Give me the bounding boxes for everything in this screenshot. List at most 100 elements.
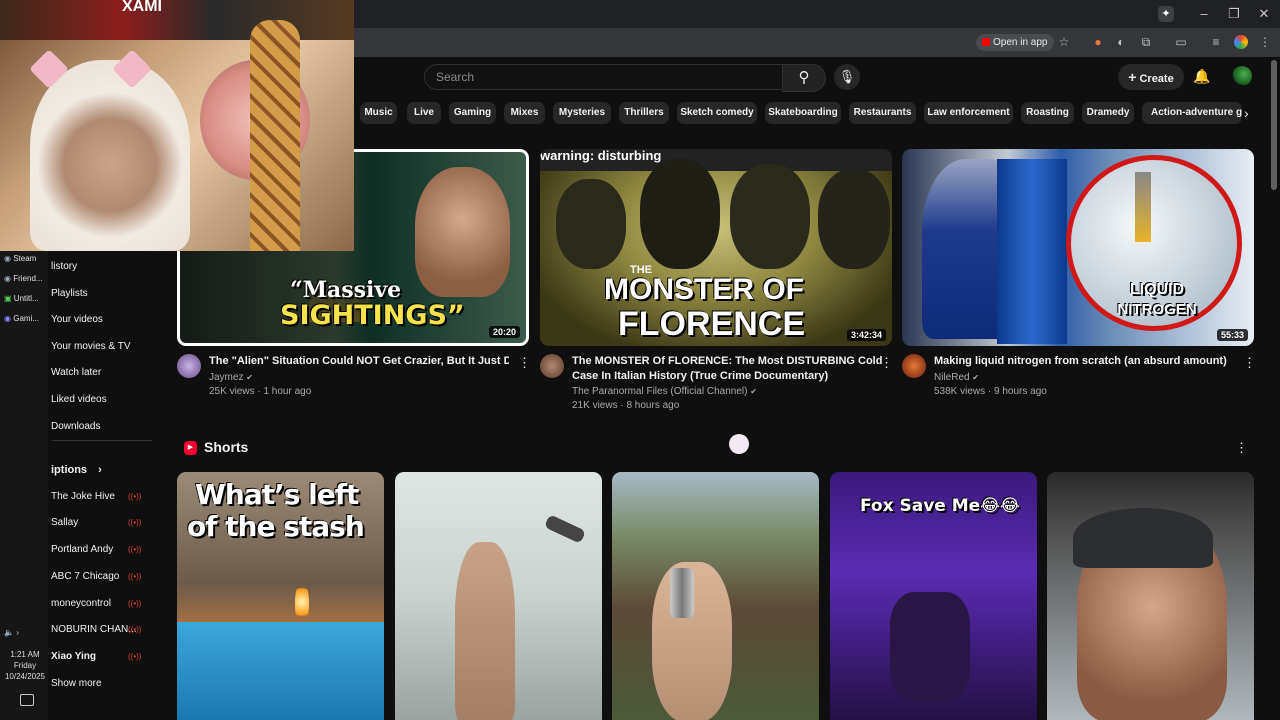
chip-mysteries[interactable]: Mysteries: [553, 102, 611, 124]
thumbnail-warning: warning: disturbing: [540, 149, 662, 163]
short-thumbnail[interactable]: Fox Save Me😂😂: [830, 472, 1037, 720]
app-icon: ▣: [4, 294, 12, 303]
short-thumbnail[interactable]: What’s left of the stash: [177, 472, 384, 720]
chip-sketch-comedy[interactable]: Sketch comedy: [677, 102, 757, 124]
video-meta: 25K views · 1 hour ago: [209, 386, 312, 397]
notifications-bell-icon[interactable]: 🔔: [1192, 66, 1212, 86]
subscription-item[interactable]: ABC 7 Chicago: [51, 571, 119, 582]
profile-icon[interactable]: [1234, 35, 1248, 49]
chip-gaming[interactable]: Gaming: [449, 102, 496, 124]
chip-skateboarding[interactable]: Skateboarding: [765, 102, 841, 124]
video-thumbnail[interactable]: LIQUID NITROGEN 55:33: [902, 149, 1254, 346]
thumbnail-text: LIQUID: [1129, 281, 1185, 298]
open-in-app-button[interactable]: Open in app: [976, 34, 1054, 51]
sidebar-item-playlists[interactable]: Playlists: [51, 288, 88, 299]
sidebar-divider: [52, 440, 152, 441]
video-channel[interactable]: NileRed ✔: [934, 370, 979, 385]
flame-graphic: [295, 582, 309, 622]
system-tray-icons[interactable]: 🔈 ›: [4, 628, 19, 637]
voice-search-button[interactable]: 🎙: [834, 64, 860, 90]
channel-avatar[interactable]: [902, 354, 926, 378]
notification-icon[interactable]: [20, 694, 34, 706]
channel-name: NileRed: [934, 372, 970, 383]
chip-law-enforcement[interactable]: Law enforcement: [924, 102, 1013, 124]
taskbar-app-label: Gami...: [13, 314, 39, 323]
close-icon[interactable]: ✕: [1253, 4, 1275, 24]
live-icon: ((•)): [128, 518, 142, 527]
portrait-graphic: [556, 179, 626, 269]
short-thumbnail[interactable]: [612, 472, 819, 720]
channel-avatar[interactable]: [177, 354, 201, 378]
live-icon: ((•)): [128, 572, 142, 581]
taskbar-item-steam[interactable]: ◉ Steam: [4, 254, 36, 263]
video-channel[interactable]: Jaymez ✔: [209, 370, 253, 385]
chip-action-adventure-games[interactable]: Action-adventure gam: [1142, 102, 1242, 124]
video-menu-icon[interactable]: ⋮: [1243, 355, 1256, 371]
nozzle-graphic: [1135, 172, 1151, 242]
sidebar-item-watch-later[interactable]: Watch later: [51, 367, 101, 378]
subscription-item[interactable]: moneycontrol: [51, 598, 111, 609]
short-caption: Fox Save Me😂😂: [860, 496, 1020, 516]
create-button[interactable]: + Create: [1118, 64, 1184, 90]
video-title[interactable]: The "Alien" Situation Could NOT Get Craz…: [209, 354, 509, 369]
minimize-icon[interactable]: –: [1193, 4, 1215, 24]
bookmark-star-icon[interactable]: ☆: [1055, 33, 1073, 51]
subscription-item[interactable]: Sallay: [51, 517, 78, 528]
chip-mixes[interactable]: Mixes: [504, 102, 545, 124]
thumbnail-text: NITROGEN: [1117, 301, 1197, 318]
sidebar-item-liked-videos[interactable]: Liked videos: [51, 394, 107, 405]
taskbar-clock[interactable]: 1:21 AM Friday 10/24/2025: [0, 649, 50, 682]
sidebar-item-downloads[interactable]: Downloads: [51, 421, 100, 432]
video-menu-icon[interactable]: ⋮: [518, 355, 531, 371]
sidebar-show-more[interactable]: Show more: [51, 678, 102, 689]
chip-restaurants[interactable]: Restaurants: [849, 102, 916, 124]
video-title[interactable]: The MONSTER Of FLORENCE: The Most DISTUR…: [572, 354, 882, 384]
chip-thrillers[interactable]: Thrillers: [619, 102, 669, 124]
sidebar-item-your-movies[interactable]: Your movies & TV: [51, 341, 130, 352]
video-title[interactable]: Making liquid nitrogen from scratch (an …: [934, 354, 1227, 369]
chevron-right-icon[interactable]: ›: [1244, 102, 1258, 124]
short-thumbnail[interactable]: [395, 472, 602, 720]
video-title-line: Case In Italian History (True Crime Docu…: [572, 370, 829, 382]
extension-icon[interactable]: ◐: [1112, 33, 1130, 51]
taskbar-app-label: Steam: [13, 254, 37, 263]
video-channel[interactable]: The Paranormal Files (Official Channel) …: [572, 384, 757, 399]
shorts-menu-icon[interactable]: ⋮: [1235, 440, 1248, 456]
video-thumbnail[interactable]: warning: disturbing THE MONSTER OF FLORE…: [540, 149, 892, 346]
sidebar-subscriptions-heading[interactable]: iptions ›: [51, 464, 102, 476]
reading-list-icon[interactable]: ≡: [1207, 33, 1225, 51]
chip-music[interactable]: Music: [360, 102, 397, 124]
taskbar-item-untitled[interactable]: ▣ Untitl...: [4, 294, 39, 303]
taskbar-item-friends[interactable]: ◉ Friend...: [4, 274, 43, 283]
verified-icon: ✔: [750, 387, 757, 396]
subscription-item[interactable]: NOBURIN CHAN...: [51, 624, 137, 635]
chip-live[interactable]: Live: [407, 102, 441, 124]
page-scrollbar[interactable]: [1271, 60, 1277, 190]
streamer-graphic: [30, 60, 190, 251]
browser-menu-icon[interactable]: ⋮: [1256, 33, 1274, 51]
video-menu-icon[interactable]: ⋮: [880, 355, 893, 371]
extensions-puzzle-icon[interactable]: ⧉: [1137, 33, 1155, 51]
extension-icon[interactable]: ●: [1089, 33, 1107, 51]
live-icon: ((•)): [128, 599, 142, 608]
taskbar-item-gaming[interactable]: ◉ Gami...: [4, 314, 39, 323]
subscription-item[interactable]: Portland Andy: [51, 544, 113, 555]
search-input[interactable]: Search: [424, 64, 794, 90]
taskbar-app-label: Untitl...: [13, 294, 39, 303]
short-thumbnail[interactable]: [1047, 472, 1254, 720]
restore-icon[interactable]: ❐: [1223, 4, 1245, 24]
search-button[interactable]: ⚲: [782, 64, 826, 92]
verified-icon: ✔: [246, 373, 253, 382]
chip-dramedy[interactable]: Dramedy: [1082, 102, 1134, 124]
wall-posters-graphic: [0, 0, 354, 40]
gemini-sparkle-icon[interactable]: ✦: [1158, 6, 1174, 22]
sidebar-item-history[interactable]: listory: [51, 261, 77, 272]
channel-avatar[interactable]: [540, 354, 564, 378]
cast-icon[interactable]: ▭: [1172, 33, 1190, 51]
chip-roasting[interactable]: Roasting: [1021, 102, 1074, 124]
plus-icon: +: [1128, 69, 1137, 85]
sidebar-item-your-videos[interactable]: Your videos: [51, 314, 103, 325]
subscription-item[interactable]: The Joke Hive: [51, 491, 115, 502]
subscription-item[interactable]: Xiao Ying: [51, 651, 96, 662]
account-avatar[interactable]: [1232, 66, 1252, 86]
